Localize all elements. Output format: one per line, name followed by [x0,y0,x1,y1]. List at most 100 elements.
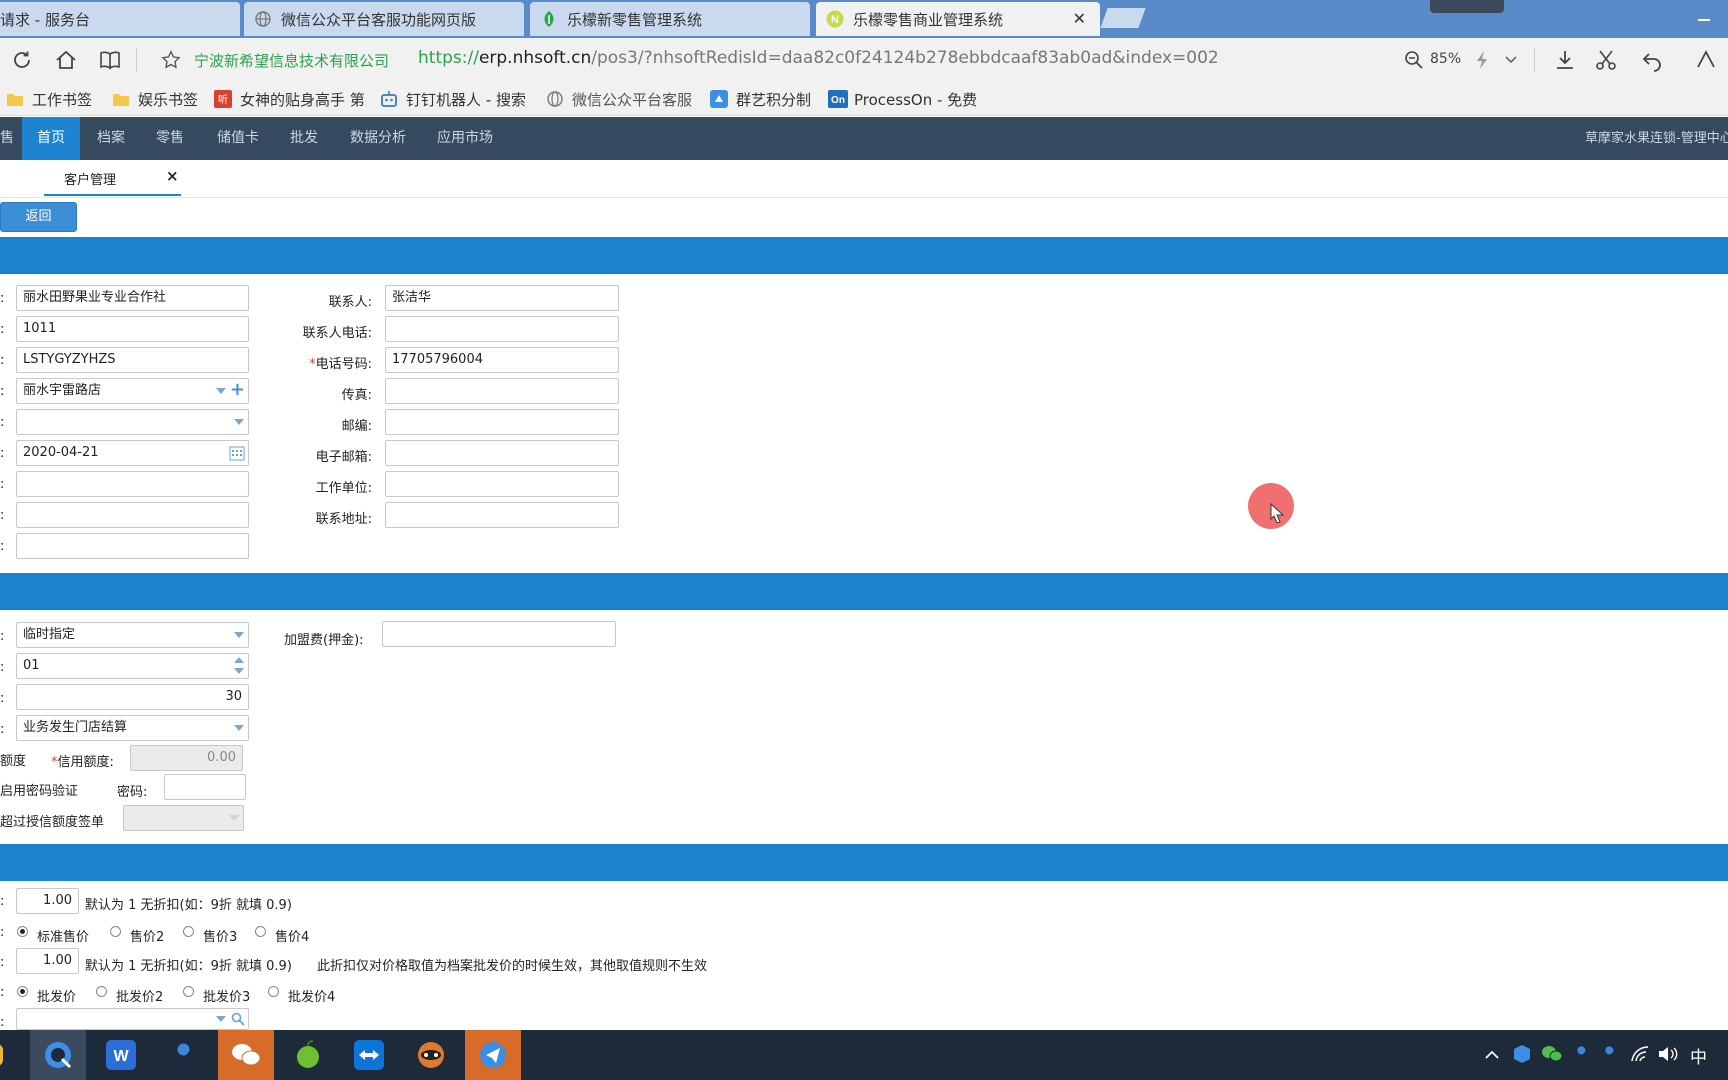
zoom-out-icon[interactable] [1404,50,1424,74]
taskbar-apple[interactable] [280,1030,336,1080]
over-credit-label[interactable]: 超过授信额度签单 [0,811,104,830]
nav-item-retail[interactable]: 零售 [141,117,199,160]
minimize-icon[interactable] [1698,19,1710,21]
undo-icon[interactable] [1640,48,1664,76]
fax-input[interactable] [385,378,619,404]
network-icon[interactable] [1630,1045,1650,1067]
store-select[interactable]: 丽水宇雷路店 + [16,378,249,404]
chevron-up-icon[interactable] [234,657,244,663]
star-icon[interactable] [160,49,182,75]
taskbar-file-explorer[interactable] [0,1030,12,1080]
password-check-label[interactable]: 启用密码验证 [0,780,78,799]
radio-price3[interactable] [183,926,194,937]
radio-wholesale-price[interactable] [17,986,28,997]
refresh-icon[interactable] [10,48,34,76]
chevron-down-icon[interactable] [234,668,244,674]
bookmark-item[interactable]: 工作书签 [6,88,92,110]
browser-tab[interactable]: 请求 - 服务台 [0,2,240,36]
user-org-label[interactable]: 草摩家水果连锁-管理中心 [1570,117,1728,160]
wrench-tray-icon[interactable] [1600,1044,1620,1068]
retail-discount-input[interactable]: 1.00 [16,888,79,914]
settle-store-select[interactable]: 业务发生门店结算 [16,715,249,741]
company-input[interactable] [385,471,619,497]
chevron-down-icon[interactable] [216,388,226,394]
customer-code-input[interactable]: 1011 [16,316,249,342]
credit-limit-input[interactable]: 0.00 [130,745,243,771]
chevron-down-icon[interactable] [234,419,244,425]
chevron-up-icon[interactable] [1484,1048,1500,1064]
chevron-down-icon[interactable] [1504,54,1518,69]
radio-standard-price[interactable] [17,926,28,937]
browser-tab-active[interactable]: N 乐檬零售商业管理系统 ✕ [816,2,1100,36]
pinyin-code-input[interactable]: LSTYGYZYHZS [16,347,249,373]
menu-icon[interactable] [1694,48,1718,76]
taskbar-tool[interactable] [156,1030,212,1080]
nav-item-data-analysis[interactable]: 数据分析 [335,117,421,160]
calendar-icon[interactable] [229,445,245,465]
new-tab-button[interactable] [1100,8,1146,28]
volume-icon[interactable] [1657,1045,1679,1067]
chevron-down-icon[interactable] [229,815,239,821]
text-input[interactable] [16,533,249,559]
search-select[interactable] [16,1008,249,1030]
close-icon[interactable]: ✕ [1073,9,1086,28]
days-input[interactable]: 30 [16,684,249,710]
taskbar-teamviewer[interactable] [341,1030,397,1080]
bookmark-item[interactable]: 娱乐书签 [112,88,198,110]
bookmark-item[interactable]: 钉钉机器人 - 搜索 [380,88,526,110]
tab-customer-management[interactable]: 客户管理 × [44,160,181,196]
back-button[interactable]: 返回 [0,202,77,232]
radio-wholesale-price4[interactable] [268,986,279,997]
nav-item-archive[interactable]: 档案 [82,117,140,160]
contact-input[interactable]: 张洁华 [385,285,619,311]
lightning-icon[interactable] [1474,50,1490,74]
taskbar-game[interactable] [403,1030,459,1080]
nav-item-home[interactable]: 首页 [22,117,80,160]
wechat-tray-icon[interactable] [1541,1045,1563,1067]
bookmark-item[interactable]: 微信公众平台客服 [546,88,692,110]
chevron-down-icon[interactable] [216,1016,226,1022]
text-input[interactable] [16,471,249,497]
radio-price2[interactable] [110,926,121,937]
radio-price4[interactable] [255,926,266,937]
bookmark-item[interactable]: On ProcessOn - 免费 [828,88,977,110]
taskbar-browser[interactable] [30,1030,86,1080]
home-icon[interactable] [54,48,78,76]
address-bar[interactable]: 宁波新希望信息技术有限公司 https://erp.nhsoft.cn/pos3… [150,42,1380,78]
browser-tab[interactable]: 乐檬新零售管理系统 [530,2,810,36]
category-select[interactable] [16,409,249,435]
nav-item-wholesale[interactable]: 批发 [275,117,333,160]
taskbar-wps[interactable]: W [93,1030,149,1080]
over-credit-select[interactable] [123,805,244,831]
taskbar-feishu[interactable] [465,1030,521,1080]
contact-phone-input[interactable] [385,316,619,342]
bookmark-item[interactable]: 听 女神的贴身高手 第 [214,88,365,110]
scissors-icon[interactable] [1594,48,1618,76]
download-icon[interactable] [1553,48,1577,76]
chevron-down-icon[interactable] [234,632,244,638]
taskbar-wechat[interactable] [218,1030,274,1080]
credit-check-label[interactable]: 额度 [0,750,26,769]
date-input[interactable]: 2020-04-21 [16,440,249,466]
zoom-level[interactable]: 85% [1430,51,1461,67]
search-icon[interactable] [231,1011,245,1029]
chevron-down-icon[interactable] [234,725,244,731]
nav-item-stored-value-card[interactable]: 储值卡 [202,117,274,160]
phone-input[interactable]: 17705796004 [385,347,619,373]
browser-tab[interactable]: 微信公众平台客服功能网页版 [244,2,524,36]
bookmark-item[interactable]: 群艺积分制 [710,88,811,110]
password-input[interactable] [164,774,246,800]
franchise-fee-input[interactable] [382,621,616,647]
radio-wholesale-price3[interactable] [183,986,194,997]
wrench-tray-icon[interactable] [1572,1044,1592,1068]
period-stepper[interactable]: 01 [16,653,249,679]
add-icon[interactable]: + [230,379,245,402]
settle-type-select[interactable]: 临时指定 [16,622,249,648]
text-input[interactable] [16,502,249,528]
reading-icon[interactable] [98,48,122,76]
customer-name-input[interactable]: 丽水田野果业专业合作社 [16,285,249,311]
wholesale-discount-input[interactable]: 1.00 [16,948,79,974]
cube-tray-icon[interactable] [1512,1044,1532,1068]
email-input[interactable] [385,440,619,466]
address-input[interactable] [385,502,619,528]
